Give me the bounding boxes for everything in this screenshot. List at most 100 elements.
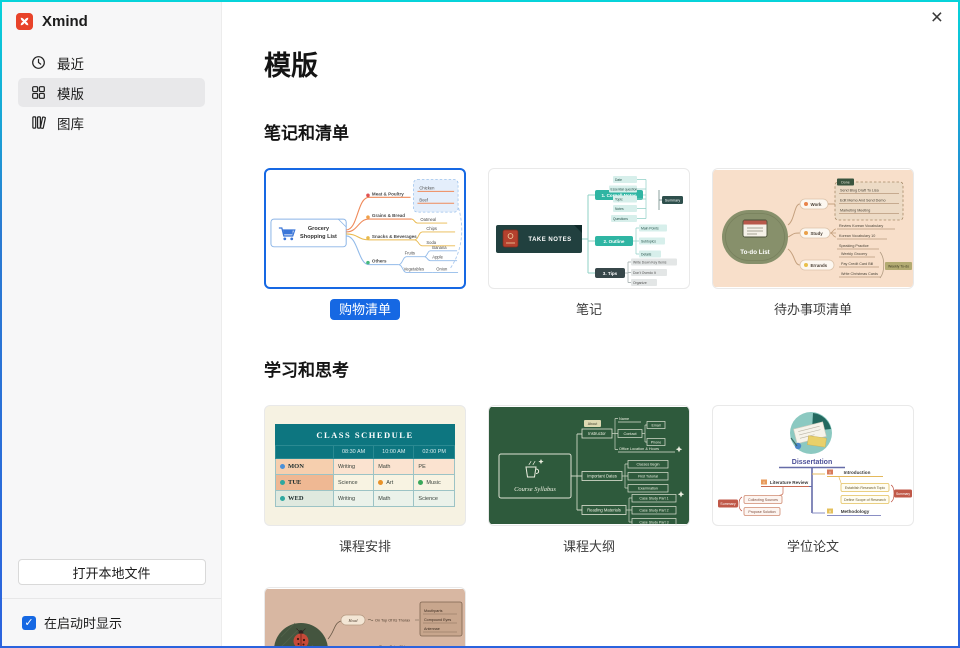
- dissertation-branch-introduction: Introduction: [844, 470, 871, 475]
- template-card-dissertation[interactable]: Dissertation II Literature Review Collec…: [712, 405, 914, 557]
- notes-summary: Summary: [665, 198, 681, 202]
- music-marker-icon: [418, 480, 423, 485]
- svg-text:III: III: [829, 509, 832, 513]
- syllabus-email: Email: [652, 424, 661, 428]
- notes-main-points: Main Points: [641, 226, 659, 230]
- syllabus-branch-dates: Important Dates: [587, 474, 617, 479]
- notebook-icon: [503, 230, 518, 247]
- templates-icon: [31, 85, 46, 100]
- sidebar-item-templates[interactable]: 模版: [18, 78, 205, 107]
- ladybug-mouthparts: Mouthparts: [424, 609, 443, 613]
- grocery-branch-meat: Meat & Poultry: [372, 191, 404, 196]
- template-card-schedule[interactable]: CLASS SCHEDULE 08:30 AM 10:00 AM 02:00 P…: [264, 405, 466, 557]
- tue-day-icon: [280, 480, 285, 485]
- schedule-time-2: 10:00 AM: [374, 446, 414, 459]
- notes-subtopics: Subtopics: [641, 239, 656, 243]
- syllabus-case-2: Case Study Part 2: [639, 509, 668, 513]
- schedule-row-wed: WED Writing Math Science: [276, 491, 455, 507]
- todo-errand-2: Pay Credit Card Bill: [841, 262, 873, 266]
- notes-tip-3: Organize: [633, 281, 647, 285]
- dissertation-branch-methodology: Methodology: [841, 509, 870, 514]
- grocery-root-line2: Shopping List: [300, 234, 337, 240]
- sidebar-item-label: 最近: [57, 53, 84, 73]
- sidebar-nav: 最近 模版 图库: [2, 48, 221, 138]
- papers-illustration: [790, 412, 832, 454]
- template-card-todo[interactable]: To-do List Work Done Send Blog Draft To …: [712, 168, 914, 320]
- wed-day-icon: [280, 496, 285, 501]
- template-label-grocery: 购物清单: [264, 299, 466, 320]
- class-schedule-table: CLASS SCHEDULE 08:30 AM 10:00 AM 02:00 P…: [275, 424, 455, 507]
- template-card-grocery[interactable]: Grocery Shopping List Meat & Poultry Chi…: [264, 168, 466, 320]
- notes-essential: Essential question: [611, 187, 638, 191]
- syllabus-name: Name: [619, 417, 629, 421]
- section-heading-notes-lists: 笔记和清单: [264, 119, 928, 144]
- clock-icon: [31, 55, 46, 70]
- dissertation-thumbnail: Dissertation II Literature Review Collec…: [712, 405, 914, 526]
- syllabus-about-tag: About: [588, 422, 597, 426]
- notes-notes: Notes: [615, 207, 624, 211]
- ladybug-head-note: On Top Of Its Thorax: [375, 619, 410, 623]
- grocery-branch-snacks: Snacks & Beverages: [372, 234, 417, 239]
- notes-details: Details: [641, 252, 652, 256]
- todo-weekly-tag: Weekly To-do: [888, 265, 909, 269]
- syllabus-branch-reading: Reading Materials: [587, 508, 621, 513]
- todo-work-3: Marketing Meeting: [840, 209, 870, 213]
- template-card-syllabus[interactable]: Course Syllabus Instructor About Name Co…: [488, 405, 690, 557]
- template-grid-row-3: Ladybug Head On Top Of Its Thorax Mouthp…: [264, 587, 928, 646]
- template-label-syllabus: 课程大纲: [488, 536, 690, 557]
- todo-branch-work: Work: [811, 202, 822, 207]
- dissertation-establish: Establish Research Topic: [845, 486, 885, 490]
- sidebar-item-label: 模版: [57, 83, 84, 103]
- grocery-oatmeal: Oatmeal: [420, 217, 436, 222]
- ladybug-branch-head: Head: [347, 618, 358, 623]
- grocery-branch-others: Others: [372, 259, 387, 264]
- main-panel: × 模版 笔记和清单 Grocery: [222, 2, 958, 646]
- syllabus-thumbnail: Course Syllabus Instructor About Name Co…: [488, 405, 690, 526]
- notes-branch-outline: 2. Outline: [604, 239, 625, 244]
- xmind-logo-icon: [16, 13, 33, 30]
- ladybug-antennae: Antennae: [424, 627, 440, 631]
- app-title: Xmind: [42, 13, 88, 30]
- sidebar-item-recent[interactable]: 最近: [18, 48, 205, 77]
- template-grid-row-2: CLASS SCHEDULE 08:30 AM 10:00 AM 02:00 P…: [264, 405, 928, 557]
- schedule-time-1: 08:30 AM: [334, 446, 374, 459]
- todo-study-1: Review Korean Vocabulary: [839, 224, 883, 228]
- template-card-notes[interactable]: TAKE NOTES 1. Cornell Notes Date Essenti…: [488, 168, 690, 320]
- ladybug-compound-eyes: Compound Eyes: [424, 618, 451, 622]
- grocery-fruits: Fruits: [405, 251, 415, 256]
- section-heading-study-thinking: 学习和思考: [264, 356, 928, 381]
- syllabus-case-1: Case Study Part 1: [639, 497, 668, 501]
- template-card-ladybug[interactable]: Ladybug Head On Top Of Its Thorax Mouthp…: [264, 587, 466, 646]
- syllabus-classes-begin: Classes Begin: [637, 463, 660, 467]
- dissertation-collecting: Collecting Sources: [748, 498, 778, 502]
- template-grid-row-1: Grocery Shopping List Meat & Poultry Chi…: [264, 168, 928, 320]
- syllabus-phone: Phone: [651, 441, 661, 445]
- show-on-startup-checkbox[interactable]: ✓: [22, 616, 36, 630]
- todo-work-1: Send Blog Draft To Lisa: [840, 189, 880, 193]
- ladybug-thumbnail: Ladybug Head On Top Of Its Thorax Mouthp…: [264, 587, 466, 646]
- notes-questions: Questions: [613, 217, 628, 221]
- close-icon[interactable]: ×: [931, 7, 943, 28]
- grocery-chips: Chips: [426, 226, 437, 231]
- syllabus-first-tutorial: First Tutorial: [638, 475, 658, 479]
- syllabus-office: Office Location & Hours: [619, 447, 659, 451]
- grocery-banana: Banana: [432, 245, 447, 250]
- dissertation-branch-literature: Literature Review: [770, 480, 809, 485]
- todo-study-2: Korean Vocabulary 10: [839, 234, 875, 238]
- template-label-notes: 笔记: [488, 299, 690, 320]
- page-title: 模版: [264, 44, 928, 83]
- dissertation-define: Define Scope of Research: [844, 498, 886, 502]
- svg-text:II: II: [763, 480, 765, 484]
- syllabus-root: Course Syllabus: [514, 486, 556, 493]
- template-label-schedule: 课程安排: [264, 536, 466, 557]
- todo-thumbnail: To-do List Work Done Send Blog Draft To …: [712, 168, 914, 289]
- ladybug-legs: Three Pairs Of Legs: [379, 645, 412, 646]
- syllabus-examination: Examination: [638, 487, 658, 491]
- notes-tip-1: Write Down Key Items: [633, 260, 667, 264]
- todo-done-tag: Done: [841, 181, 850, 185]
- todo-root: To-do List: [740, 249, 769, 256]
- open-local-file-button[interactable]: 打开本地文件: [18, 559, 206, 585]
- sidebar-item-gallery[interactable]: 图库: [18, 108, 205, 137]
- grocery-chicken: Chicken: [419, 185, 435, 190]
- schedule-row-mon: MON Writing Math PE: [276, 459, 455, 475]
